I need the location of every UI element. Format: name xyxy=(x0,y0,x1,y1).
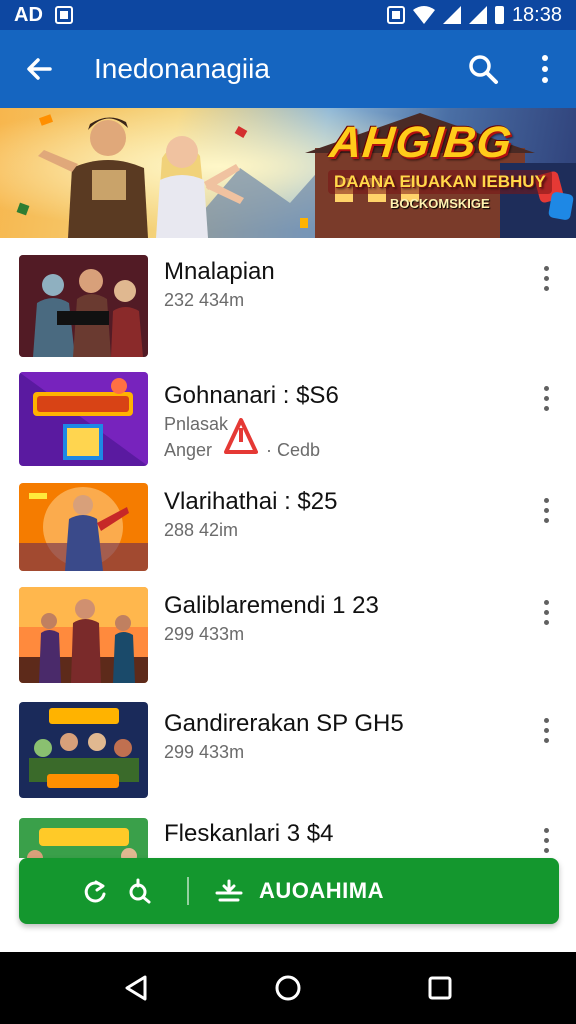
more-vert-icon xyxy=(542,55,548,83)
item-meta: 299 433m xyxy=(164,742,245,762)
back-triangle-icon xyxy=(125,975,147,1001)
item-meta-suffix: · Cedb xyxy=(266,440,321,460)
item-more-button[interactable] xyxy=(528,592,564,632)
app-bar: Inedonanagiia xyxy=(0,30,576,108)
list-item[interactable]: Mnalapian 232 434m xyxy=(0,238,576,357)
game-thumbnail xyxy=(19,818,148,858)
item-title: Mnalapian xyxy=(164,258,275,285)
back-arrow-icon xyxy=(27,58,52,80)
install-action-bar[interactable]: AUOAHIMA xyxy=(19,858,559,924)
search-icon xyxy=(469,55,498,84)
item-title: Galiblaremendi 1 23 xyxy=(164,592,379,619)
more-vert-icon xyxy=(543,717,549,743)
signal-icon xyxy=(468,6,487,24)
sync-icon xyxy=(129,878,151,904)
item-more-button[interactable] xyxy=(528,378,564,418)
nav-home-button[interactable] xyxy=(258,958,318,1018)
refresh-button[interactable] xyxy=(73,858,117,924)
notification-icon xyxy=(54,6,73,24)
back-button[interactable] xyxy=(0,30,78,108)
nav-recents-button[interactable] xyxy=(410,958,470,1018)
item-more-button[interactable] xyxy=(528,490,564,530)
banner-subtitle: DAANA EIUAKAN IEBHUY xyxy=(328,170,552,194)
game-thumbnail xyxy=(19,702,148,798)
more-vert-icon xyxy=(543,497,549,523)
action-divider xyxy=(187,877,189,905)
warning-triangle-icon xyxy=(224,418,258,454)
banner-tagline: BOCKOMSKIGE xyxy=(390,196,490,211)
more-vert-icon xyxy=(543,265,549,291)
item-title: Fleskanlari 3 $4 xyxy=(164,820,334,847)
game-thumbnail xyxy=(19,372,148,466)
home-circle-icon xyxy=(275,975,301,1001)
app-title: Inedonanagiia xyxy=(94,53,270,84)
action-label[interactable]: AUOAHIMA xyxy=(259,878,384,904)
game-thumbnail xyxy=(19,255,148,357)
install-icon-wrap xyxy=(207,858,251,924)
item-meta-line2: Anger xyxy=(164,440,213,460)
battery-icon xyxy=(494,6,504,24)
list-item[interactable]: Vlarihathai : $25 288 42im xyxy=(0,474,576,584)
game-thumbnail xyxy=(19,483,148,571)
nfc-icon xyxy=(386,6,405,24)
item-title: Gohnanari : $S6 xyxy=(164,382,339,409)
more-options-button[interactable] xyxy=(514,30,576,108)
more-vert-icon xyxy=(543,385,549,411)
search-button[interactable] xyxy=(452,30,514,108)
item-meta: 299 433m xyxy=(164,624,245,644)
status-time: 18:38 xyxy=(511,3,562,26)
more-vert-icon xyxy=(543,599,549,625)
item-more-button[interactable] xyxy=(528,258,564,298)
game-thumbnail xyxy=(19,587,148,683)
list-item[interactable]: Fleskanlari 3 $4 xyxy=(0,812,576,858)
banner-title: AHGIBG xyxy=(327,118,515,167)
promo-banner[interactable]: AHGIBG DAANA EIUAKAN IEBHUY BOCKOMSKIGE xyxy=(0,108,576,238)
refresh-icon xyxy=(84,880,106,903)
wifi-icon xyxy=(412,6,435,24)
item-meta: 232 434m xyxy=(164,290,245,310)
list-item[interactable]: Gohnanari : $S6 Pnlasak Anger · Cedb xyxy=(0,364,576,474)
item-meta: 288 42im xyxy=(164,520,239,540)
nav-back-button[interactable] xyxy=(106,958,166,1018)
list-item[interactable]: Galiblaremendi 1 23 299 433m xyxy=(0,578,576,688)
sync-button[interactable] xyxy=(117,858,161,924)
item-title: Vlarihathai : $25 xyxy=(164,488,338,515)
item-more-button[interactable] xyxy=(528,820,564,858)
system-nav-bar xyxy=(0,952,576,1024)
list-item[interactable]: Gandirerakan SP GH5 299 433m xyxy=(0,694,576,804)
more-vert-icon xyxy=(543,827,549,853)
item-meta-line1: Pnlasak xyxy=(164,414,229,434)
install-icon xyxy=(215,879,243,902)
status-bar: AD 18:38 xyxy=(0,0,576,30)
item-more-button[interactable] xyxy=(528,710,564,750)
signal-icon xyxy=(442,6,461,24)
item-title: Gandirerakan SP GH5 xyxy=(164,710,404,737)
recents-square-icon xyxy=(428,976,452,1000)
status-left-text: AD xyxy=(14,3,43,26)
